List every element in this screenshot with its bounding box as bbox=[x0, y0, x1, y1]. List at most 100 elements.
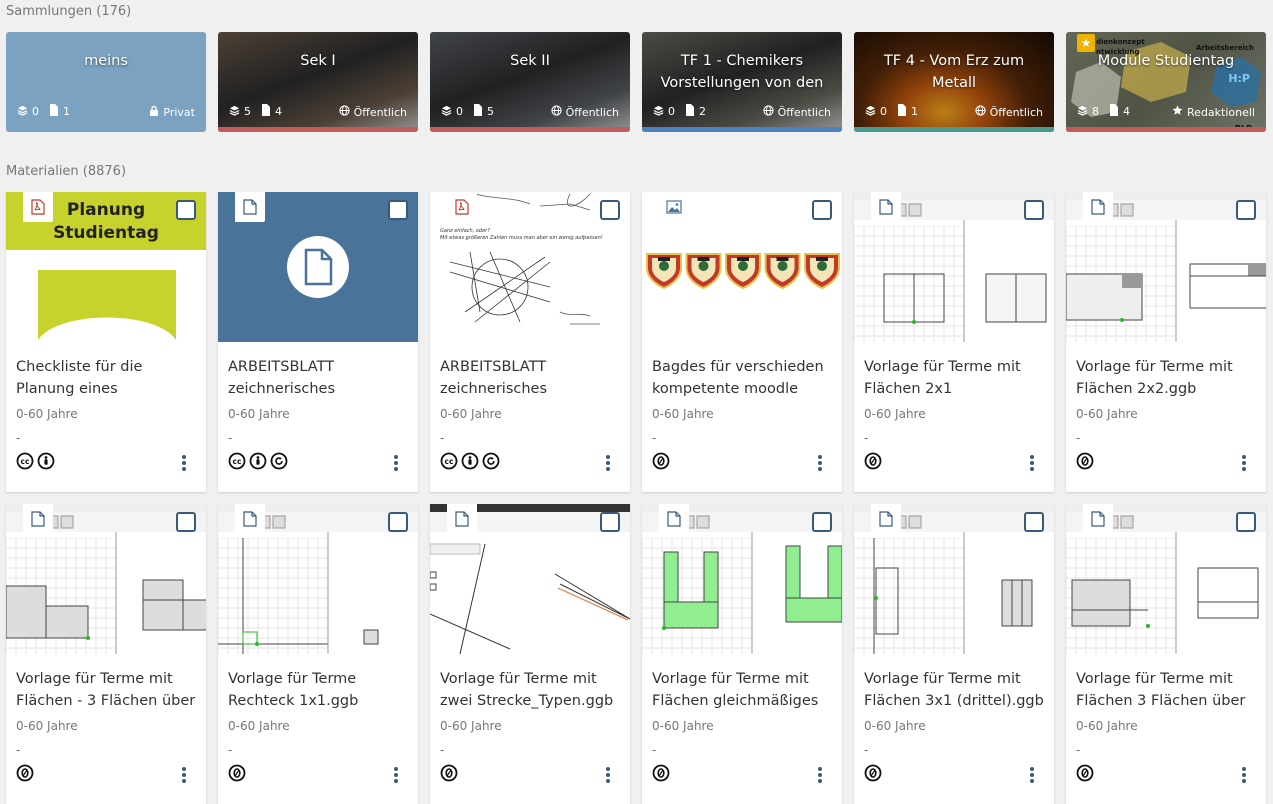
material-card[interactable]: Vorlage für Terme mit Flächen 2x2.ggb 0-6… bbox=[1066, 192, 1266, 492]
more-options-icon[interactable] bbox=[182, 455, 186, 471]
material-title[interactable]: Vorlage für Terme Rechteck 1x1.ggb bbox=[228, 668, 408, 712]
collection-scope-label: Öffentlich bbox=[989, 105, 1043, 119]
material-card[interactable]: Ganz einfach, oder? Mit etwas größeren Za… bbox=[430, 192, 630, 492]
collection-card[interactable]: Sek II 0 5 Öffentlich bbox=[430, 32, 630, 132]
more-options-icon[interactable] bbox=[818, 767, 822, 783]
select-checkbox[interactable] bbox=[176, 512, 196, 532]
collections-heading: Sammlungen (176) bbox=[6, 4, 132, 19]
select-checkbox[interactable] bbox=[812, 200, 832, 220]
material-count-value: 1 bbox=[911, 105, 918, 118]
license-by-icon bbox=[461, 452, 479, 474]
material-card[interactable]: Vorlage für Terme mit zwei Strecke_Typen… bbox=[430, 504, 630, 804]
collection-title: TF 1 - Chemikers Vorstellungen von den bbox=[660, 53, 824, 91]
material-count: 1 bbox=[897, 104, 918, 119]
material-card[interactable]: Vorlage für Terme mit Flächen 3x1 (dritt… bbox=[854, 504, 1054, 804]
material-card[interactable]: Vorlage für Terme mit Flächen 2x1 (halbi… bbox=[854, 192, 1054, 492]
globe-icon bbox=[550, 105, 562, 119]
more-options-icon[interactable] bbox=[1242, 767, 1246, 783]
material-count-value: 4 bbox=[1123, 105, 1130, 118]
collection-color-stripe bbox=[430, 127, 630, 132]
license-cc-icon: cc bbox=[228, 452, 246, 474]
age-range: 0-60 Jahre bbox=[864, 407, 926, 421]
subcollection-count-value: 8 bbox=[1092, 105, 1099, 118]
more-options-icon[interactable] bbox=[606, 767, 610, 783]
license-icons[interactable]: cc bbox=[16, 452, 55, 474]
select-checkbox[interactable] bbox=[1024, 512, 1044, 532]
select-checkbox[interactable] bbox=[388, 512, 408, 532]
collection-card[interactable]: Sek I 5 4 Öffentlich bbox=[218, 32, 418, 132]
license-icons[interactable] bbox=[652, 764, 670, 786]
document-icon bbox=[473, 104, 483, 119]
thumbnail-text: Mit etwas größeren Zahlen muss man aber … bbox=[440, 235, 603, 241]
select-checkbox[interactable] bbox=[1236, 512, 1256, 532]
collection-color-stripe bbox=[1066, 127, 1266, 132]
select-checkbox[interactable] bbox=[1236, 200, 1256, 220]
collection-card[interactable]: meins 0 1 Privat bbox=[6, 32, 206, 132]
material-title[interactable]: Vorlage für Terme mit Flächen gleichmäßi… bbox=[652, 668, 832, 712]
more-options-icon[interactable] bbox=[182, 767, 186, 783]
collection-card[interactable]: ★dienkonzeptntwicklungArbeitsbereichH:PR… bbox=[1066, 32, 1266, 132]
select-checkbox[interactable] bbox=[600, 200, 620, 220]
select-checkbox[interactable] bbox=[388, 200, 408, 220]
globe-icon bbox=[338, 105, 350, 119]
more-options-icon[interactable] bbox=[1030, 767, 1034, 783]
collection-scope: Öffentlich bbox=[762, 105, 831, 119]
license-icons[interactable] bbox=[228, 764, 246, 786]
material-title[interactable]: Vorlage für Terme mit Flächen 3 Flächen … bbox=[1076, 668, 1256, 712]
license-icons[interactable] bbox=[16, 764, 34, 786]
select-checkbox[interactable] bbox=[176, 200, 196, 220]
collection-scope: Redaktionell bbox=[1172, 105, 1255, 119]
license-zero-icon bbox=[440, 764, 458, 786]
license-icons[interactable] bbox=[440, 764, 458, 786]
material-title[interactable]: Vorlage für Terme mit Flächen 2x1 (halbi… bbox=[864, 356, 1044, 400]
thumbnail-text: Ganz einfach, oder? bbox=[440, 228, 490, 234]
more-options-icon[interactable] bbox=[394, 455, 398, 471]
layers-icon bbox=[1077, 105, 1088, 119]
collection-card[interactable]: TF 1 - Chemikers Vorstellungen von den 0 2… bbox=[642, 32, 842, 132]
more-options-icon[interactable] bbox=[818, 455, 822, 471]
license-sa-icon bbox=[482, 452, 500, 474]
material-count-value: 4 bbox=[275, 105, 282, 118]
select-checkbox[interactable] bbox=[1024, 200, 1044, 220]
material-card[interactable]: Vorlage für Terme mit Flächen - 3 Fläche… bbox=[6, 504, 206, 804]
collection-scope: Öffentlich bbox=[974, 105, 1043, 119]
material-card[interactable]: Vorlage für Terme Rechteck 1x1.ggb 0-60 J… bbox=[218, 504, 418, 804]
material-card[interactable]: ARBEITSBLATT zeichnerisches 0-60 Jahre - cc bbox=[218, 192, 418, 492]
more-options-icon[interactable] bbox=[1242, 455, 1246, 471]
material-title[interactable]: Vorlage für Terme mit Flächen - 3 Fläche… bbox=[16, 668, 196, 712]
more-options-icon[interactable] bbox=[394, 767, 398, 783]
license-icons[interactable]: cc bbox=[440, 452, 500, 474]
license-icons[interactable] bbox=[1076, 764, 1094, 786]
age-range: 0-60 Jahre bbox=[864, 719, 926, 733]
select-checkbox[interactable] bbox=[812, 512, 832, 532]
material-title[interactable]: Bagdes für verschieden kompetente moodle bbox=[652, 356, 832, 400]
collection-scope: Öffentlich bbox=[550, 105, 619, 119]
material-title[interactable]: Vorlage für Terme mit Flächen 3x1 (dritt… bbox=[864, 668, 1044, 712]
material-meta: - bbox=[652, 431, 657, 445]
material-meta: - bbox=[16, 743, 21, 757]
file-icon bbox=[447, 504, 477, 534]
material-card[interactable]: Planung Studientag Checkliste für die Plan… bbox=[6, 192, 206, 492]
collection-card[interactable]: TF 4 - Vom Erz zum Metall 0 1 Öffentlich bbox=[854, 32, 1054, 132]
material-card[interactable]: Vorlage für Terme mit Flächen 3 Flächen … bbox=[1066, 504, 1266, 804]
file-icon bbox=[1083, 192, 1113, 222]
material-title[interactable]: Checkliste für die Planung eines Studien… bbox=[16, 356, 196, 400]
select-checkbox[interactable] bbox=[600, 512, 620, 532]
license-icons[interactable] bbox=[1076, 452, 1094, 474]
globe-icon bbox=[974, 105, 986, 119]
license-icons[interactable] bbox=[652, 452, 670, 474]
more-options-icon[interactable] bbox=[606, 455, 610, 471]
material-card[interactable]: Bagdes für verschieden kompetente moodle… bbox=[642, 192, 842, 492]
license-icons[interactable] bbox=[864, 764, 882, 786]
license-icons[interactable]: cc bbox=[228, 452, 288, 474]
material-title[interactable]: Vorlage für Terme mit Flächen 2x2.ggb bbox=[1076, 356, 1256, 400]
subcollection-count: 0 bbox=[865, 105, 887, 119]
material-title[interactable]: ARBEITSBLATT zeichnerisches bbox=[228, 356, 408, 400]
document-icon bbox=[685, 104, 695, 119]
license-icons[interactable] bbox=[864, 452, 882, 474]
subcollection-count: 8 bbox=[1077, 105, 1099, 119]
material-card[interactable]: Vorlage für Terme mit Flächen gleichmäßi… bbox=[642, 504, 842, 804]
more-options-icon[interactable] bbox=[1030, 455, 1034, 471]
material-title[interactable]: Vorlage für Terme mit zwei Strecke_Typen… bbox=[440, 668, 620, 712]
material-title[interactable]: ARBEITSBLATT zeichnerisches bbox=[440, 356, 620, 400]
